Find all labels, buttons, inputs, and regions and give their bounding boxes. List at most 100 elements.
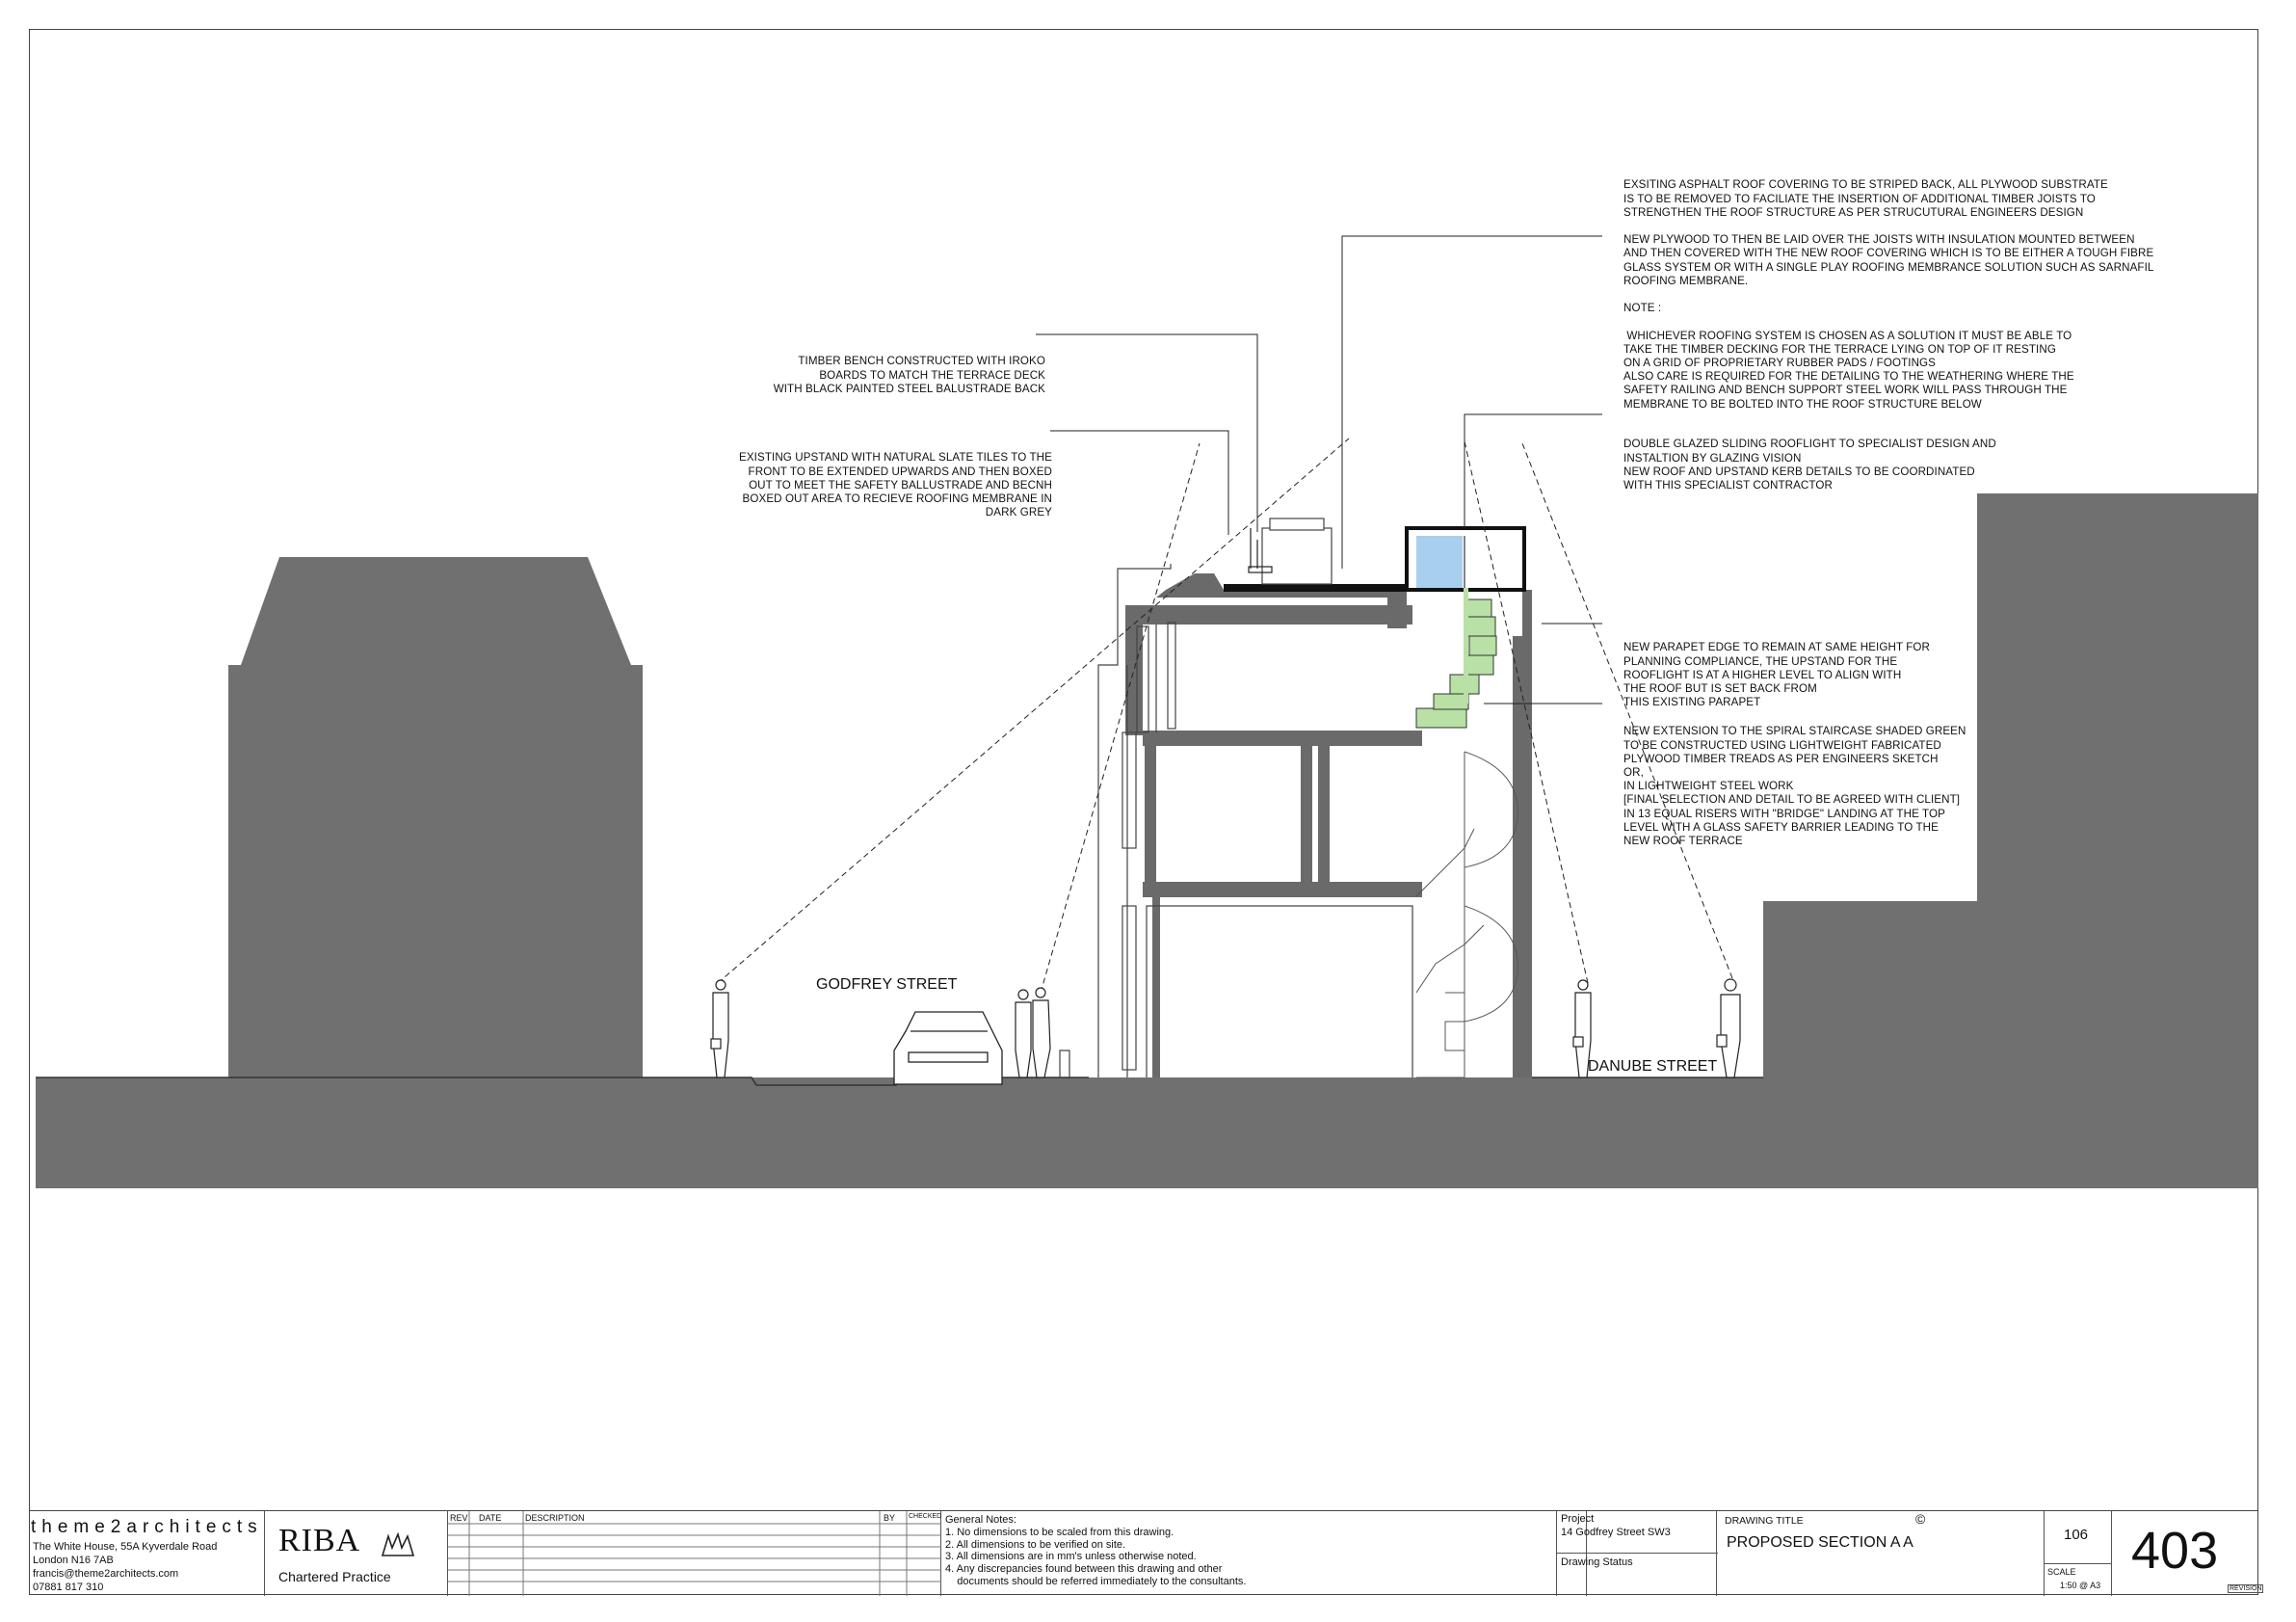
note-line: BOXED OUT AREA TO RECIEVE ROOFING MEMBRA… — [742, 492, 1052, 506]
drawing-title-cell: DRAWING TITLE © PROPOSED SECTION A A — [1717, 1511, 2045, 1596]
address-line: francis@theme2architects.com — [33, 1568, 179, 1580]
people — [710, 978, 1741, 1078]
address-line: London N16 7AB — [33, 1555, 114, 1566]
note-line: DOUBLE GLAZED SLIDING ROOFLIGHT TO SPECI… — [1623, 438, 1996, 451]
note-line: NEW EXTENSION TO THE SPIRAL STAIRCASE SH… — [1623, 725, 1966, 738]
note-line: EXSITING ASPHALT ROOF COVERING TO BE STR… — [1623, 178, 2108, 192]
godfrey-street-label: GODFREY STREET — [816, 976, 958, 993]
note-line: WITH BLACK PAINTED STEEL BALUSTRADE BACK — [773, 382, 1045, 395]
general-note-line: 2. All dimensions to be verified on site… — [945, 1538, 1126, 1551]
by-header: BY — [884, 1513, 896, 1523]
revision-table: REV DATE DESCRIPTION BY CHECKED — [448, 1511, 941, 1596]
staircase-lines: NEW EXTENSION TO THE SPIRAL STAIRCASE SH… — [1623, 725, 1966, 848]
note-line: [FINAL SELECTION AND DETAIL TO BE AGREED… — [1623, 793, 1961, 807]
riba-lion-icon — [381, 1532, 415, 1556]
checked-header: CHECKED — [909, 1513, 942, 1520]
general-notes: General Notes: 1. No dimensions to be sca… — [945, 1514, 1246, 1588]
person-left — [710, 979, 729, 1078]
note-line: TIMBER BENCH CONSTRUCTED WITH IROKO — [798, 355, 1045, 368]
firm-name: theme2architects — [31, 1517, 263, 1537]
address-line: 07881 817 310 — [33, 1582, 104, 1593]
note-line: ROOFLIGHT IS AT A HIGHER LEVEL TO ALIGN … — [1623, 668, 1902, 681]
drawing-title-label: DRAWING TITLE — [1725, 1515, 1804, 1527]
rev-header: REV — [450, 1513, 468, 1523]
left-neighbour-building — [228, 557, 643, 1077]
note-line: NEW ROOF AND UPSTAND KERB DETAILS TO BE … — [1623, 465, 1975, 478]
general-note-line: documents should be referred immediately… — [945, 1575, 1247, 1587]
general-note-line: 1. No dimensions to be scaled from this … — [945, 1526, 1174, 1538]
bench-note: TIMBER BENCH CONSTRUCTED WITH IROKO BOARD… — [732, 328, 1045, 410]
note-line: AND THEN COVERED WITH THE NEW ROOF COVER… — [1623, 247, 2154, 260]
note-line: OUT TO MEET THE SAFETY BALLUSTRADE AND B… — [749, 478, 1052, 492]
drawing-status-label: Drawing Status — [1561, 1556, 1633, 1568]
existing-facade — [1059, 564, 1413, 1077]
description-header: DESCRIPTION — [525, 1513, 585, 1523]
copyright-mark: © — [1915, 1511, 1926, 1527]
note-line — [1623, 220, 2153, 233]
rooflight-glass — [1416, 536, 1463, 588]
rooflight-note: DOUBLE GLAZED SLIDING ROOFLIGHT TO SPECI… — [1623, 411, 1996, 506]
note-line: WITH THIS SPECIALIST CONTRACTOR — [1623, 479, 1833, 492]
note-line: INSTALTION BY GLAZING VISION — [1623, 451, 1802, 465]
title-block: theme2architects The White House, 55A Ky… — [29, 1510, 2264, 1596]
note-line — [1623, 288, 2153, 302]
riba-cell: RIBA Chartered Practice — [265, 1511, 448, 1596]
drawing-number: 403 — [2131, 1522, 2219, 1580]
note-line: TO BE CONSTRUCTED USING LIGHTWEIGHT FABR… — [1623, 738, 1941, 752]
note-line: NEW ROOF TERRACE — [1623, 835, 1743, 848]
note-line: ON A GRID OF PROPRIETARY RUBBER PADS / F… — [1623, 357, 1937, 370]
note-line: DARK GREY — [985, 506, 1052, 519]
scale-label: SCALE — [2047, 1567, 2076, 1577]
note-line: THE ROOF BUT IS SET BACK FROM — [1623, 682, 1817, 696]
note-line: GLASS SYSTEM OR WITH A SINGLE PLAY ROOFI… — [1623, 260, 2154, 274]
note-line: TAKE THE TIMBER DECKING FOR THE TERRACE … — [1623, 342, 2056, 356]
note-line: ALSO CARE IS REQUIRED FOR THE DETAILING … — [1623, 370, 2074, 384]
general-note-line: 3. All dimensions are in mm's unless oth… — [945, 1551, 1197, 1563]
revision-grid — [448, 1511, 941, 1596]
person-group — [1015, 987, 1051, 1078]
job-cell: 106 SCALE 1:50 @ A3 — [2045, 1511, 2112, 1596]
note-line: EXISTING UPSTAND WITH NATURAL SLATE TILE… — [739, 451, 1052, 465]
roof-vent — [1261, 527, 1333, 585]
scale-value: 1:50 @ A3 — [2060, 1581, 2101, 1590]
general-note-line: 4. Any discrepancies found between this … — [945, 1563, 1223, 1576]
note-line: NEW PLYWOOD TO THEN BE LAID OVER THE JOI… — [1623, 233, 2135, 247]
note-line: IN 13 EQUAL RISERS WITH "BRIDGE" LANDING… — [1623, 807, 1945, 820]
address-line: The White House, 55A Kyverdale Road — [33, 1541, 218, 1553]
project-cell: Project 14 Godfrey Street SW3 Drawing St… — [1556, 1511, 1718, 1596]
roof-covering-lines: EXSITING ASPHALT ROOF COVERING TO BE STR… — [1623, 178, 2153, 411]
firm-cell: theme2architects The White House, 55A Ky… — [29, 1511, 265, 1596]
spiral-stair-extension — [1415, 598, 1497, 729]
date-header: DATE — [479, 1513, 502, 1523]
note-line: BOARDS TO MATCH THE TERRACE DECK — [819, 368, 1045, 382]
note-line: MEMBRANE TO BE BOLTED INTO THE ROOF STRU… — [1623, 397, 1982, 411]
upstand-note: EXISTING UPSTAND WITH NATURAL SLATE TILE… — [713, 424, 1052, 534]
general-notes-cell: General Notes: 1. No dimensions to be sca… — [941, 1511, 1587, 1596]
note-line: LEVEL WITH A GLASS SAFETY BARRIER LEADIN… — [1623, 820, 1939, 834]
note-line: PLANNING COMPLIANCE, THE UPSTAND FOR THE — [1623, 654, 1898, 668]
upstand-lines: EXISTING UPSTAND WITH NATURAL SLATE TILE… — [713, 451, 1052, 519]
danube-street-label: DANUBE STREET — [1588, 1058, 1718, 1075]
drawing-title: PROPOSED SECTION A A — [1727, 1534, 1913, 1551]
ground-slab — [36, 1077, 2258, 1188]
rooflight-lines: DOUBLE GLAZED SLIDING ROOFLIGHT TO SPECI… — [1623, 438, 1996, 492]
riba-subtitle: Chartered Practice — [278, 1569, 391, 1584]
staircase-note: NEW EXTENSION TO THE SPIRAL STAIRCASE SH… — [1623, 698, 1966, 862]
project-name: 14 Godfrey Street SW3 — [1561, 1527, 1671, 1538]
note-line: PLYWOOD TIMBER TREADS AS PER ENGINEERS S… — [1623, 752, 1939, 765]
glass-barrier — [1464, 588, 1468, 704]
project-label: Project — [1561, 1513, 1595, 1525]
note-line: ROOFING MEMBRANE. — [1623, 274, 1749, 287]
car — [893, 1011, 1003, 1085]
general-note-line: General Notes: — [945, 1514, 1016, 1526]
riba-logo: RIBA — [278, 1523, 361, 1558]
roof-covering-note: EXSITING ASPHALT ROOF COVERING TO BE STR… — [1623, 151, 2153, 425]
note-line — [1623, 315, 2153, 329]
note-line: NOTE : — [1623, 302, 1662, 315]
firm-address: The White House, 55A Kyverdale Road Lond… — [33, 1540, 217, 1594]
revision-label: REVISION — [2228, 1584, 2264, 1593]
bench-lines: TIMBER BENCH CONSTRUCTED WITH IROKO BOARD… — [732, 355, 1045, 396]
spiral-stair-existing — [1415, 751, 1518, 1078]
job-number: 106 — [2064, 1527, 2089, 1543]
note-line: OR, — [1623, 766, 1644, 780]
